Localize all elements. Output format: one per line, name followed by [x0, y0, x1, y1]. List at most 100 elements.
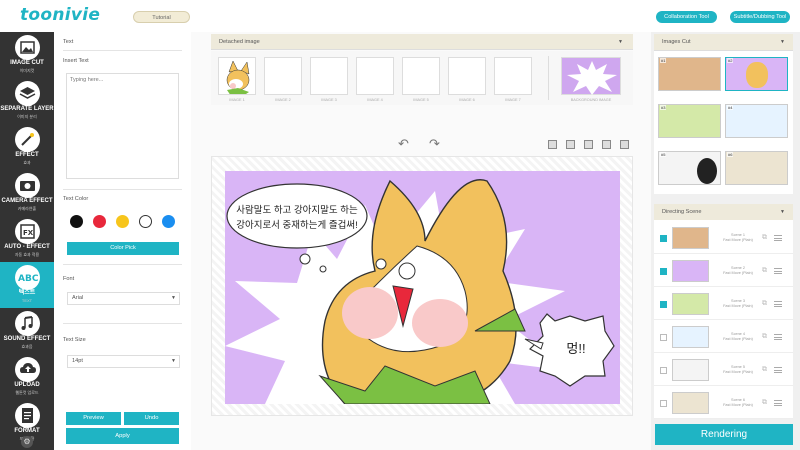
scene-checkbox[interactable]	[660, 334, 667, 341]
nav-sublabel: 자동 효과 적용	[14, 252, 40, 257]
collaboration-tool-button[interactable]: Collaboration Tool	[656, 11, 717, 23]
webtoon-canvas[interactable]: 사람말도 하고 강아지말도 하는 강아지로서 중재하는게 즐겁써! 멍!!	[225, 171, 620, 404]
color-swatch-yellow[interactable]	[116, 215, 129, 228]
scene-checkbox[interactable]	[660, 235, 667, 242]
detached-thumb-5[interactable]	[402, 57, 440, 95]
image-icon	[15, 35, 40, 60]
font-select[interactable]: Arial ▼	[67, 292, 180, 305]
nav-label: SOUND EFFECT	[3, 336, 51, 342]
detached-image-header[interactable]: Detached image ▼	[211, 34, 633, 50]
scene-row[interactable]: Scene 5 Fast Move (Plain) ⧉	[654, 354, 793, 386]
font-label: Font	[63, 276, 75, 282]
color-swatch-red[interactable]	[93, 215, 106, 228]
undo-icon[interactable]: ↶	[398, 136, 409, 152]
scene-row[interactable]: Scene 6 Fast Move (Plain) ⧉	[654, 387, 793, 419]
scene-checkbox[interactable]	[660, 301, 667, 308]
chevron-down-icon: ▼	[171, 358, 176, 364]
detached-thumb-1[interactable]	[218, 57, 256, 95]
background-image-thumb[interactable]	[561, 57, 621, 95]
rendering-button[interactable]: Rendering	[655, 424, 793, 445]
redo-icon[interactable]: ↷	[429, 136, 440, 152]
thumb-caption: IMAGE 6	[459, 98, 475, 102]
detached-thumb-7[interactable]	[494, 57, 532, 95]
fit-screen-icon[interactable]	[620, 140, 629, 149]
detached-thumb-6[interactable]	[448, 57, 486, 95]
dog-thumbnail-icon	[226, 60, 250, 94]
color-pick-button[interactable]: Color Pick	[67, 242, 179, 255]
burst-thumbnail-icon	[567, 61, 617, 95]
layer-back-icon[interactable]	[602, 140, 611, 149]
detached-thumb-3[interactable]	[310, 57, 348, 95]
drag-handle-icon[interactable]	[774, 334, 782, 340]
scene-name: Scene 2	[731, 266, 745, 270]
nav-auto-effect[interactable]: FX AUTO - EFFECT 자동 효과 적용	[0, 216, 54, 262]
images-cut-header[interactable]: Images Cut ▼	[654, 34, 793, 51]
cut-4[interactable]: #4	[725, 104, 788, 138]
cut-3[interactable]: #3	[658, 104, 721, 138]
abc-icon: ABC	[15, 265, 40, 290]
nav-text[interactable]: ABC 텍스트 TEXT	[0, 262, 54, 308]
cut-number: #5	[660, 152, 667, 157]
scene-name: Scene 6	[731, 398, 745, 402]
copy-icon[interactable]: ⧉	[762, 333, 767, 341]
cut-1[interactable]: #1	[658, 57, 721, 91]
drag-handle-icon[interactable]	[774, 400, 782, 406]
scene-row[interactable]: Scene 2 Fast Move (Plain) ⧉	[654, 255, 793, 287]
layer-front-icon[interactable]	[548, 140, 557, 149]
layer-backward-icon[interactable]	[584, 140, 593, 149]
tutorial-button[interactable]: Tutorial	[133, 11, 190, 23]
scene-thumb	[672, 293, 709, 315]
drag-handle-icon[interactable]	[774, 367, 782, 373]
scene-meta: Fast Move (Plain)	[723, 271, 753, 275]
copy-icon[interactable]: ⧉	[762, 234, 767, 242]
divider	[548, 56, 549, 100]
drag-handle-icon[interactable]	[774, 301, 782, 307]
drag-handle-icon[interactable]	[774, 235, 782, 241]
preview-button[interactable]: Preview	[66, 412, 121, 425]
apply-button[interactable]: Apply	[66, 428, 179, 444]
tool-sidebar: IMAGE CUT 이미지컷 SEPARATE LAYER 이미지 분리 EFF…	[0, 32, 54, 450]
nav-upload[interactable]: UPLOAD 웹툰컷 업로드	[0, 354, 54, 400]
color-swatch-black[interactable]	[70, 215, 83, 228]
cut-number: #6	[727, 152, 734, 157]
nav-effect[interactable]: EFFECT 효과	[0, 124, 54, 170]
settings-gear-icon[interactable]: ⚙	[21, 436, 33, 448]
nav-sound-effect[interactable]: SOUND EFFECT 효과음	[0, 308, 54, 354]
chevron-down-icon: ▼	[171, 295, 176, 301]
undo-button[interactable]: Undo	[124, 412, 179, 425]
character-mini	[697, 158, 717, 184]
scene-checkbox[interactable]	[660, 367, 667, 374]
cut-6[interactable]: #6	[725, 151, 788, 185]
scene-checkbox[interactable]	[660, 400, 667, 407]
scene-row[interactable]: Scene 3 Fast Move (Plain) ⧉	[654, 288, 793, 320]
cut-2[interactable]: #2	[725, 57, 788, 91]
text-input[interactable]: Typing here...	[66, 73, 179, 179]
detached-thumb-2[interactable]	[264, 57, 302, 95]
scene-meta: Fast Move (Plain)	[723, 403, 753, 407]
size-select[interactable]: 14pt ▼	[67, 355, 180, 368]
scene-row[interactable]: Scene 1 Fast Move (Plain) ⧉	[654, 222, 793, 254]
cut-number: #2	[727, 58, 734, 63]
layer-forward-icon[interactable]	[566, 140, 575, 149]
color-swatch-blue[interactable]	[162, 215, 175, 228]
scene-row[interactable]: Scene 4 Fast Move (Plain) ⧉	[654, 321, 793, 353]
thumb-caption: IMAGE 2	[275, 98, 291, 102]
copy-icon[interactable]: ⧉	[762, 267, 767, 275]
detached-thumb-4[interactable]	[356, 57, 394, 95]
copy-icon[interactable]: ⧉	[762, 399, 767, 407]
drag-handle-icon[interactable]	[774, 268, 782, 274]
logo[interactable]: toonivie	[20, 5, 100, 25]
magic-wand-icon	[15, 127, 40, 152]
scene-checkbox[interactable]	[660, 268, 667, 275]
color-swatch-white[interactable]	[139, 215, 152, 228]
nav-image-cut[interactable]: IMAGE CUT 이미지컷	[0, 32, 54, 78]
subtitle-dubbing-tool-button[interactable]: Subtitle/Dubbing Tool	[730, 11, 790, 23]
directing-scene-header[interactable]: Directing Scene ▼	[654, 204, 793, 221]
cut-5[interactable]: #5	[658, 151, 721, 185]
nav-separate-layer[interactable]: SEPARATE LAYER 이미지 분리	[0, 78, 54, 124]
font-value: Arial	[72, 295, 84, 301]
copy-icon[interactable]: ⧉	[762, 300, 767, 308]
bubble-line-2: 강아지로서 중재하는게 즐겁써!	[236, 220, 358, 231]
copy-icon[interactable]: ⧉	[762, 366, 767, 374]
nav-camera-effect[interactable]: CAMERA EFFECT 카메라연출	[0, 170, 54, 216]
